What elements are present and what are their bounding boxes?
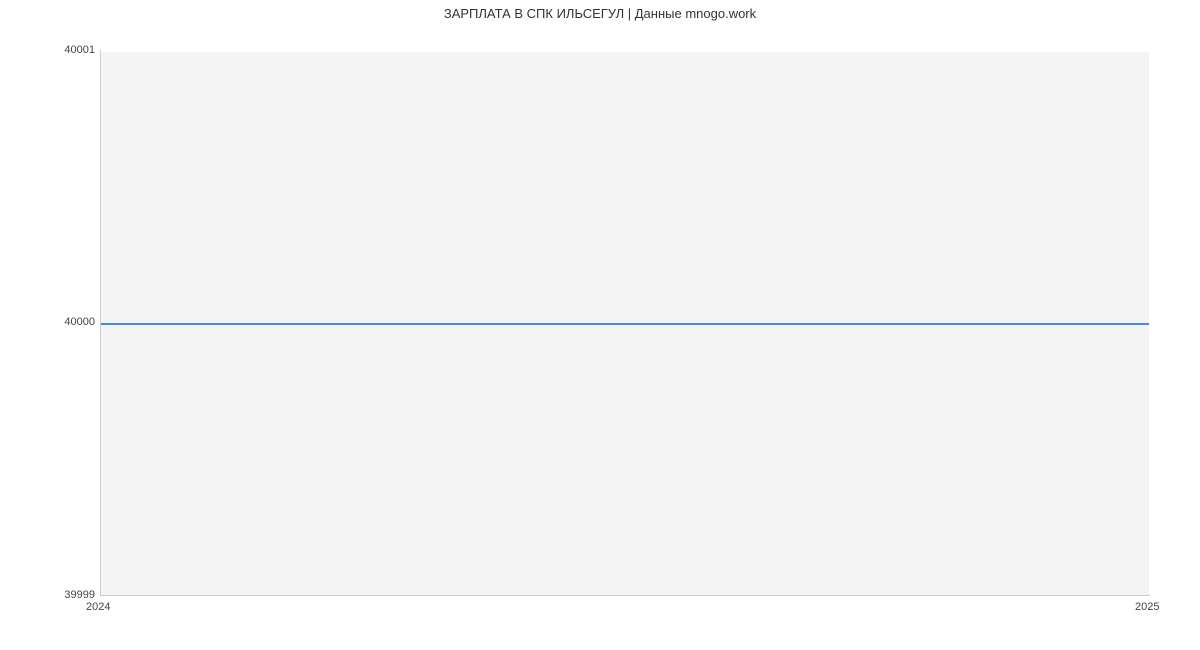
y-tick-40001: 40001 bbox=[64, 44, 95, 56]
y-tick-39999: 39999 bbox=[64, 589, 95, 601]
series-line bbox=[100, 323, 1149, 325]
x-tick-2025: 2025 bbox=[1135, 601, 1159, 613]
y-axis-line bbox=[100, 50, 101, 595]
gridline-y-upper bbox=[100, 51, 1149, 52]
plot-area bbox=[100, 50, 1150, 595]
x-axis-line bbox=[100, 595, 1150, 596]
y-tick-40000: 40000 bbox=[64, 316, 95, 328]
chart-title: ЗАРПЛАТА В СПК ИЛЬСЕГУЛ | Данные mnogo.w… bbox=[0, 6, 1200, 21]
x-tick-2024: 2024 bbox=[86, 601, 110, 613]
